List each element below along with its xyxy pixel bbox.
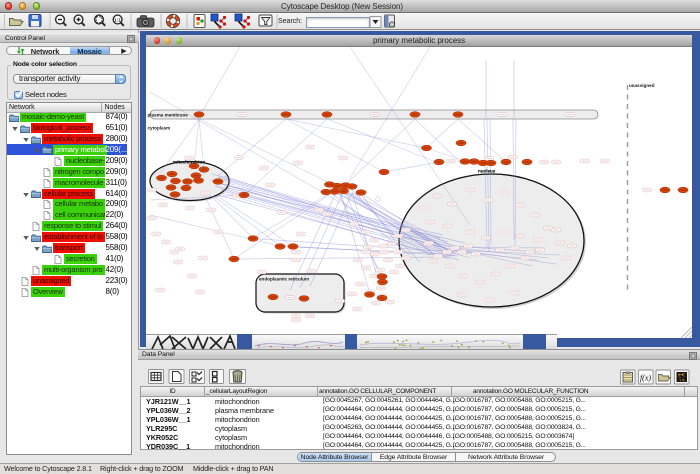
svg-text:cytoplasm: cytoplasm [148,126,171,131]
svg-text:1:1: 1:1 [114,17,121,22]
svg-text:f(x): f(x) [640,374,651,383]
svg-text:endoplasmic reticulum: endoplasmic reticulum [259,277,309,282]
svg-text:nucleus: nucleus [478,169,496,174]
svg-text:unassigned: unassigned [629,83,655,88]
svg-text:mitochondrion: mitochondrion [173,160,205,165]
svg-text:plasma membrane: plasma membrane [148,113,189,118]
